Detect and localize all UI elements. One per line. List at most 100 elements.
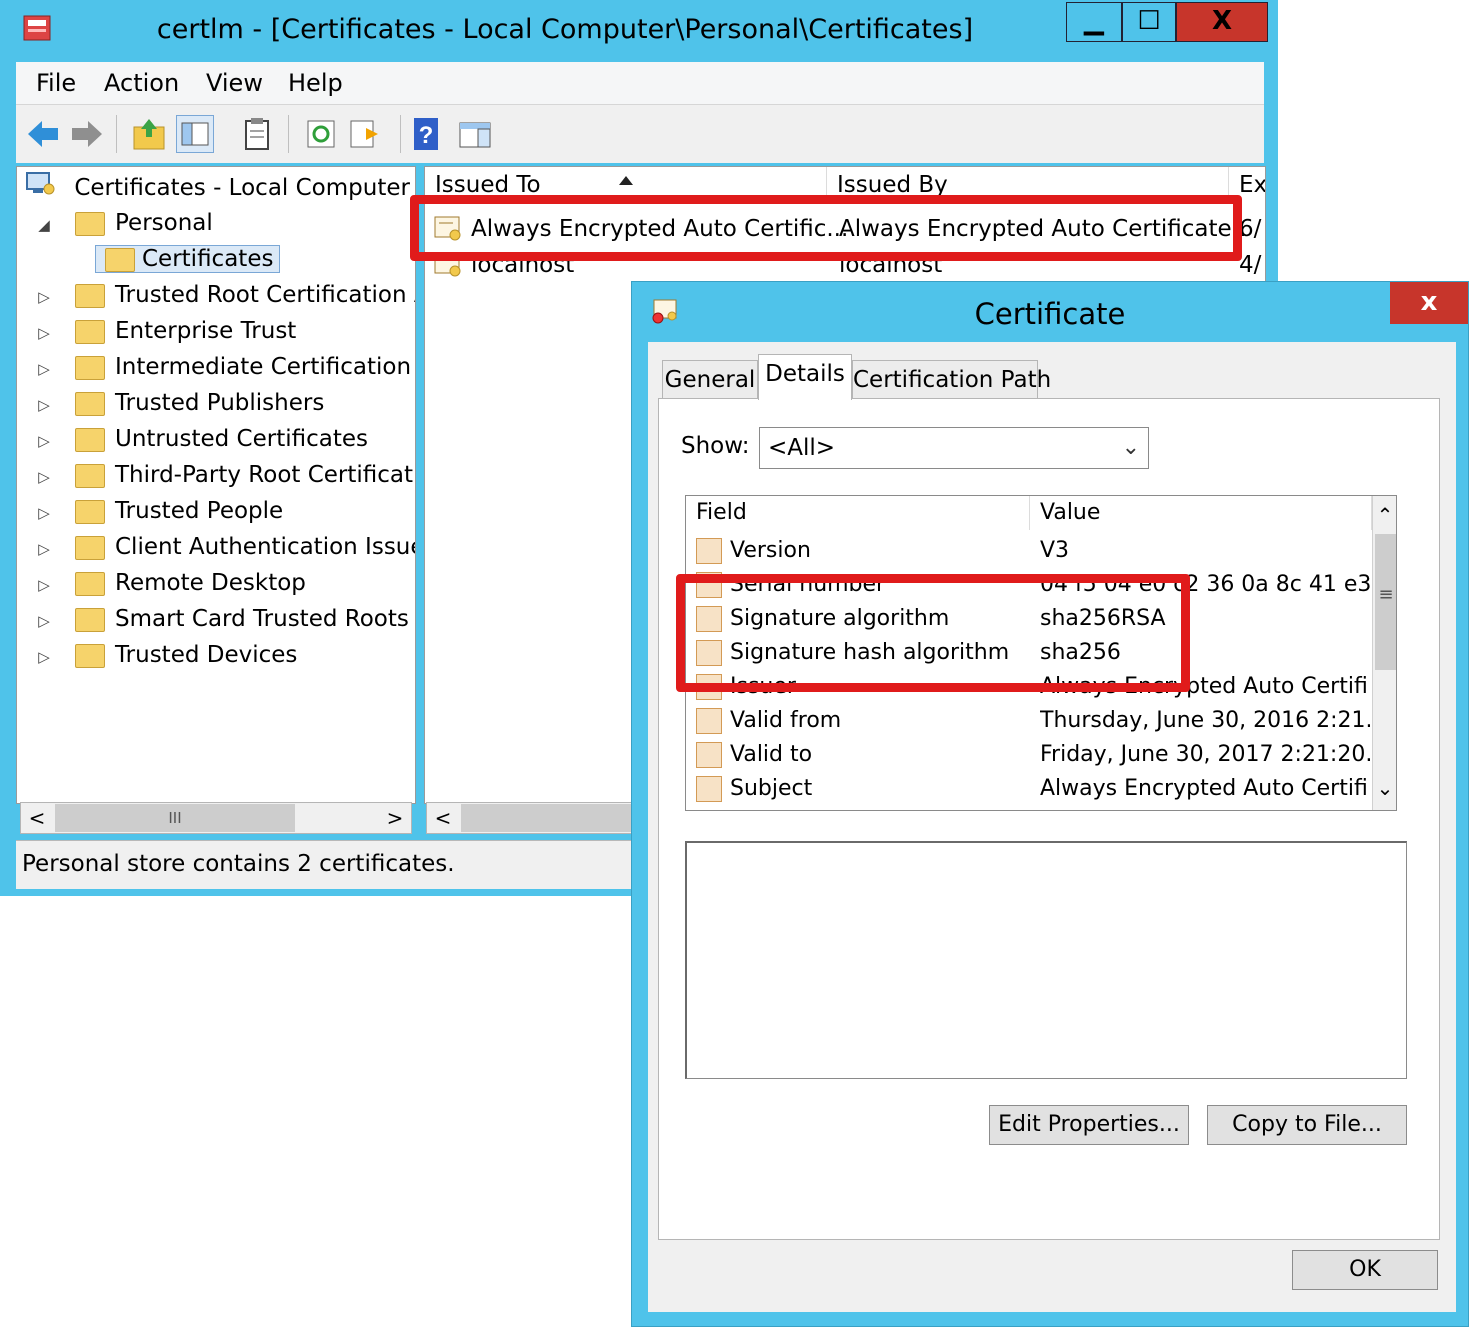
tree-item[interactable]: ▷ Trusted Publishers — [35, 385, 324, 421]
expand-arrow-icon[interactable]: ▷ — [35, 639, 53, 675]
menu-action[interactable]: Action — [104, 62, 179, 104]
tree-item[interactable]: ▷ Enterprise Trust — [35, 313, 296, 349]
tree-item[interactable]: ▷ Trusted Devices — [35, 637, 297, 673]
computer-certificates-icon — [25, 169, 57, 208]
folder-icon — [75, 391, 105, 416]
tree-item[interactable]: ▷ Untrusted Certificates — [35, 421, 368, 457]
tree-item[interactable]: ▷ Third-Party Root Certificatior — [35, 457, 415, 495]
tree-item[interactable]: ▷ Trusted Root Certification Au — [35, 277, 416, 315]
expiration-cell: 6/ — [1239, 216, 1262, 242]
field-list-vertical-scrollbar[interactable]: ⌃ ≡ ⌄ — [1372, 496, 1396, 810]
expand-arrow-icon[interactable]: ▷ — [35, 315, 53, 351]
folder-icon — [75, 283, 105, 308]
show-hide-tree-icon[interactable] — [176, 115, 214, 153]
folder-icon — [75, 499, 105, 524]
tree-item-label: Personal — [115, 210, 213, 236]
close-button[interactable]: X — [1176, 2, 1268, 42]
field-row[interactable]: Subject Always Encrypted Auto Certifi... — [686, 772, 1372, 806]
tree-item-label: Trusted People — [115, 498, 284, 524]
field-row[interactable]: Valid from Thursday, June 30, 2016 2:21..… — [686, 704, 1372, 738]
dialog-close-button[interactable]: x — [1390, 282, 1468, 324]
tree-item[interactable]: Certificates — [95, 241, 281, 277]
status-text: Personal store contains 2 certificates. — [22, 851, 455, 877]
forward-arrow-icon[interactable] — [68, 115, 106, 153]
scroll-left-button[interactable]: < — [21, 803, 53, 833]
export-list-icon[interactable] — [346, 115, 384, 153]
folder-icon — [75, 607, 105, 632]
field-value: Always Encrypted Auto Certifi... — [1040, 776, 1370, 801]
tree-item-label: Client Authentication Issuers — [115, 534, 416, 560]
tree-horizontal-scrollbar[interactable]: < III > — [20, 802, 412, 834]
menu-view[interactable]: View — [206, 62, 263, 104]
field-icon — [696, 538, 722, 564]
collapse-arrow-icon[interactable]: ◢ — [35, 207, 53, 243]
scroll-left-button[interactable]: < — [427, 803, 459, 833]
tree-item-label: Intermediate Certification Au — [115, 354, 416, 380]
tab-details[interactable]: Details — [758, 354, 852, 400]
scroll-right-button[interactable]: > — [379, 803, 411, 833]
properties-pane-icon[interactable] — [456, 115, 494, 153]
ok-button[interactable]: OK — [1292, 1250, 1438, 1290]
tree-item-label: Trusted Root Certification Au — [115, 282, 416, 308]
scroll-thumb[interactable]: III — [55, 804, 295, 832]
expand-arrow-icon[interactable]: ▷ — [35, 459, 53, 495]
app-icon — [22, 14, 52, 44]
expand-arrow-icon[interactable]: ▷ — [35, 387, 53, 423]
tree-item[interactable]: ▷ Trusted People — [35, 493, 283, 529]
folder-icon — [75, 571, 105, 596]
menu-file[interactable]: File — [36, 62, 76, 104]
refresh-icon[interactable] — [302, 115, 340, 153]
scroll-thumb[interactable]: ≡ — [1375, 534, 1396, 670]
details-panel: Show: <All> ⌄ Field Value Version V3 Seria… — [658, 398, 1440, 1240]
tree-item-label: Enterprise Trust — [115, 318, 297, 344]
field-row[interactable]: Valid to Friday, June 30, 2017 2:21:20... — [686, 738, 1372, 772]
field-value: Thursday, June 30, 2016 2:21... — [1040, 708, 1370, 733]
tree-item[interactable]: ▷ Client Authentication Issuers — [35, 529, 416, 567]
back-arrow-icon[interactable] — [24, 115, 62, 153]
folder-icon — [75, 355, 105, 380]
toolbar-separator — [400, 115, 401, 153]
highlight-box — [410, 195, 1242, 261]
expand-arrow-icon[interactable]: ▷ — [35, 531, 53, 567]
tree-item[interactable]: ◢ Personal — [35, 205, 213, 241]
expand-arrow-icon[interactable]: ▷ — [35, 423, 53, 459]
tree-item[interactable]: ▷ Intermediate Certification Au — [35, 349, 416, 387]
folder-icon — [75, 211, 105, 236]
folder-icon — [75, 535, 105, 560]
tab-general[interactable]: General — [662, 360, 758, 398]
field-detail-box[interactable] — [685, 841, 1407, 1079]
clipboard-icon[interactable] — [238, 115, 276, 153]
field-name: Version — [730, 538, 811, 563]
expand-arrow-icon[interactable]: ▷ — [35, 279, 53, 315]
menu-bar: File Action View Help — [16, 62, 1264, 104]
scroll-down-button[interactable]: ⌄ — [1373, 778, 1396, 806]
scroll-up-button[interactable]: ⌃ — [1373, 498, 1396, 527]
up-folder-icon[interactable] — [130, 115, 168, 153]
copy-to-file-button[interactable]: Copy to File... — [1207, 1105, 1407, 1145]
expand-arrow-icon[interactable]: ▷ — [35, 567, 53, 603]
expand-arrow-icon[interactable]: ▷ — [35, 351, 53, 387]
tree-root[interactable]: Certificates - Local Computer — [25, 169, 410, 205]
expand-arrow-icon[interactable]: ▷ — [35, 603, 53, 639]
help-icon[interactable]: ? — [408, 115, 446, 153]
toolbar-separator — [116, 115, 117, 153]
show-dropdown[interactable]: <All> ⌄ — [759, 427, 1149, 469]
field-name: Subject — [730, 776, 813, 801]
tab-certification-path[interactable]: Certification Path — [852, 360, 1051, 398]
expand-arrow-icon[interactable]: ▷ — [35, 495, 53, 531]
tree-item-label: Trusted Publishers — [115, 390, 325, 416]
maximize-button[interactable]: ☐ — [1122, 2, 1176, 42]
menu-help[interactable]: Help — [288, 62, 343, 104]
tree-item-label: Smart Card Trusted Roots — [115, 606, 409, 632]
column-value[interactable]: Value — [1030, 496, 1372, 530]
field-name: Valid to — [730, 742, 813, 767]
field-value: V3 — [1040, 538, 1070, 563]
edit-properties-button[interactable]: Edit Properties... — [989, 1105, 1189, 1145]
column-field[interactable]: Field — [686, 496, 1030, 530]
field-row[interactable]: Version V3 — [686, 534, 1372, 568]
minimize-button[interactable]: ▁ — [1066, 2, 1122, 42]
tree-item[interactable]: ▷ Smart Card Trusted Roots — [35, 601, 409, 637]
tree-item[interactable]: ▷ Remote Desktop — [35, 565, 306, 601]
sort-ascending-icon — [619, 171, 633, 185]
svg-text:?: ? — [419, 122, 434, 149]
